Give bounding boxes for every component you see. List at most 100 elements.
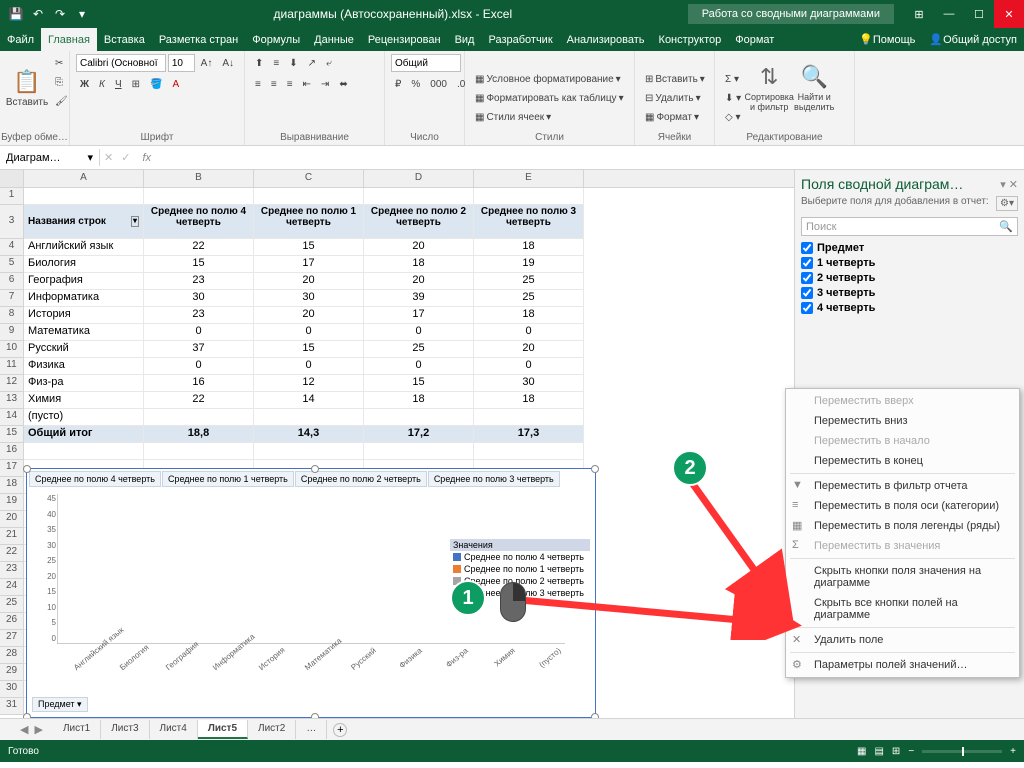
chart-filter-button[interactable]: Предмет ▾ [32, 697, 88, 712]
field-checkbox[interactable]: 1 четверть [801, 257, 1018, 269]
field-checkbox[interactable]: 3 четверть [801, 287, 1018, 299]
col-header[interactable]: A [24, 170, 144, 187]
bold-button[interactable]: Ж [76, 75, 93, 93]
fill-icon[interactable]: ⬇ ▾ [721, 89, 745, 107]
comma-icon[interactable]: 000 [426, 75, 451, 93]
format-painter-icon[interactable]: 🖌 [51, 92, 72, 110]
currency-icon[interactable]: ₽ [391, 75, 405, 93]
tab-formulas[interactable]: Формулы [245, 28, 307, 51]
zoom-slider[interactable] [922, 750, 1002, 753]
tab-nav-next-icon[interactable]: ▶ [34, 723, 42, 736]
align-left-icon[interactable]: ≡ [251, 75, 265, 93]
context-menu-item[interactable]: ▼Переместить в фильтр отчета [786, 476, 1019, 496]
view-break-icon[interactable]: ⊞ [892, 746, 900, 757]
view-normal-icon[interactable]: ▦ [857, 746, 866, 757]
insert-cells-button[interactable]: ⊞ Вставить ▾ [641, 70, 709, 88]
merge-icon[interactable]: ⬌ [335, 75, 351, 93]
gear-icon[interactable]: ⚙▾ [996, 196, 1018, 211]
enter-icon[interactable]: ✓ [117, 151, 134, 164]
col-header[interactable]: B [144, 170, 254, 187]
sheet-tab[interactable]: Лист2 [248, 720, 296, 739]
sort-filter-button[interactable]: ⇅Сортировка и фильтр [748, 54, 790, 122]
fx-icon[interactable]: fx [134, 152, 159, 164]
chart-field-button[interactable]: Среднее по полю 2 четверть [295, 471, 427, 487]
context-menu-item[interactable]: Переместить вниз [786, 411, 1019, 431]
sheet-tab[interactable]: Лист4 [150, 720, 198, 739]
sheet-tab[interactable]: Лист3 [101, 720, 149, 739]
tab-analyze[interactable]: Анализировать [560, 28, 652, 51]
align-center-icon[interactable]: ≡ [267, 75, 281, 93]
tab-design[interactable]: Конструктор [652, 28, 729, 51]
select-all-corner[interactable] [0, 170, 24, 187]
redo-icon[interactable]: ↷ [50, 4, 70, 24]
name-box[interactable]: Диаграм…▾ [0, 149, 100, 166]
chart-field-button[interactable]: Среднее по полю 1 четверть [162, 471, 294, 487]
col-header[interactable]: D [364, 170, 474, 187]
grow-font-icon[interactable]: A↑ [197, 54, 217, 72]
paste-button[interactable]: 📋Вставить [6, 54, 48, 122]
context-menu-item[interactable]: ≡Переместить в поля оси (категории) [786, 496, 1019, 516]
context-menu-item[interactable]: ✕Удалить поле [786, 630, 1019, 650]
cancel-icon[interactable]: ✕ [100, 151, 117, 164]
align-top-icon[interactable]: ⬆ [251, 54, 267, 72]
tab-home[interactable]: Главная [41, 28, 97, 51]
minimize-icon[interactable]: — [934, 0, 964, 28]
maximize-icon[interactable]: ☐ [964, 0, 994, 28]
zoom-out-icon[interactable]: − [908, 746, 914, 757]
tab-nav-prev-icon[interactable]: ◀ [20, 723, 28, 736]
tab-review[interactable]: Рецензирован [361, 28, 448, 51]
autosum-icon[interactable]: Σ ▾ [721, 70, 745, 88]
underline-button[interactable]: Ч [111, 75, 126, 93]
percent-icon[interactable]: % [407, 75, 424, 93]
align-mid-icon[interactable]: ≡ [269, 54, 283, 72]
col-header[interactable]: C [254, 170, 364, 187]
font-name-combo[interactable]: Calibri (Основної [76, 54, 166, 72]
context-menu-item[interactable]: Скрыть кнопки поля значения на диаграмме [786, 561, 1019, 593]
worksheet[interactable]: A B C D E 13Названия строк ▾Среднее по п… [0, 170, 794, 718]
sheet-tab[interactable]: Лист1 [53, 720, 101, 739]
cut-icon[interactable]: ✂ [51, 54, 72, 72]
format-as-table-button[interactable]: ▦ Форматировать как таблицу ▾ [471, 89, 628, 107]
field-checkbox[interactable]: 4 четверть [801, 302, 1018, 314]
sheet-tab[interactable]: … [296, 720, 327, 739]
share-button[interactable]: 👤 Общий доступ [922, 28, 1024, 51]
close-icon[interactable]: ✕ [994, 0, 1024, 28]
view-layout-icon[interactable]: ▤ [874, 746, 883, 757]
save-icon[interactable]: 💾 [6, 4, 26, 24]
find-select-button[interactable]: 🔍Найти и выделить [793, 54, 835, 122]
context-menu-item[interactable]: ⚙Параметры полей значений… [786, 655, 1019, 675]
border-icon[interactable]: ⊞ [128, 75, 144, 93]
tab-data[interactable]: Данные [307, 28, 361, 51]
chart-field-button[interactable]: Среднее по полю 4 четверть [29, 471, 161, 487]
clear-icon[interactable]: ◇ ▾ [721, 108, 745, 126]
context-menu-item[interactable]: ▦Переместить в поля легенды (ряды) [786, 516, 1019, 536]
context-menu-item[interactable]: Переместить в конец [786, 451, 1019, 471]
number-format-combo[interactable]: Общий [391, 54, 461, 72]
align-right-icon[interactable]: ≡ [283, 75, 297, 93]
cell-styles-button[interactable]: ▦ Стили ячеек ▾ [471, 108, 628, 126]
tab-view[interactable]: Вид [448, 28, 482, 51]
field-checkbox[interactable]: 2 четверть [801, 272, 1018, 284]
qat-dropdown-icon[interactable]: ▾ [72, 4, 92, 24]
tab-insert[interactable]: Вставка [97, 28, 152, 51]
wrap-icon[interactable]: ⤶ [322, 54, 336, 72]
field-checkbox[interactable]: Предмет [801, 242, 1018, 254]
italic-button[interactable]: К [95, 75, 109, 93]
shrink-font-icon[interactable]: A↓ [218, 54, 238, 72]
orientation-icon[interactable]: ↗ [304, 54, 320, 72]
tab-layout[interactable]: Разметка стран [152, 28, 245, 51]
chart-field-button[interactable]: Среднее по полю 3 четверть [428, 471, 560, 487]
delete-cells-button[interactable]: ⊟ Удалить ▾ [641, 89, 709, 107]
ribbon-options-icon[interactable]: ⊞ [904, 0, 934, 28]
sheet-tab[interactable]: Лист5 [198, 720, 248, 739]
help-button[interactable]: 💡 Помощь [852, 28, 922, 51]
search-input[interactable]: Поиск🔍 [801, 217, 1018, 236]
col-header[interactable]: E [474, 170, 584, 187]
zoom-in-icon[interactable]: + [1010, 746, 1016, 757]
fill-color-icon[interactable]: 🪣 [146, 75, 166, 93]
new-sheet-icon[interactable]: + [333, 723, 347, 737]
undo-icon[interactable]: ↶ [28, 4, 48, 24]
tab-format[interactable]: Формат [728, 28, 781, 51]
tab-file[interactable]: Файл [0, 28, 41, 51]
format-cells-button[interactable]: ▦ Формат ▾ [641, 108, 709, 126]
